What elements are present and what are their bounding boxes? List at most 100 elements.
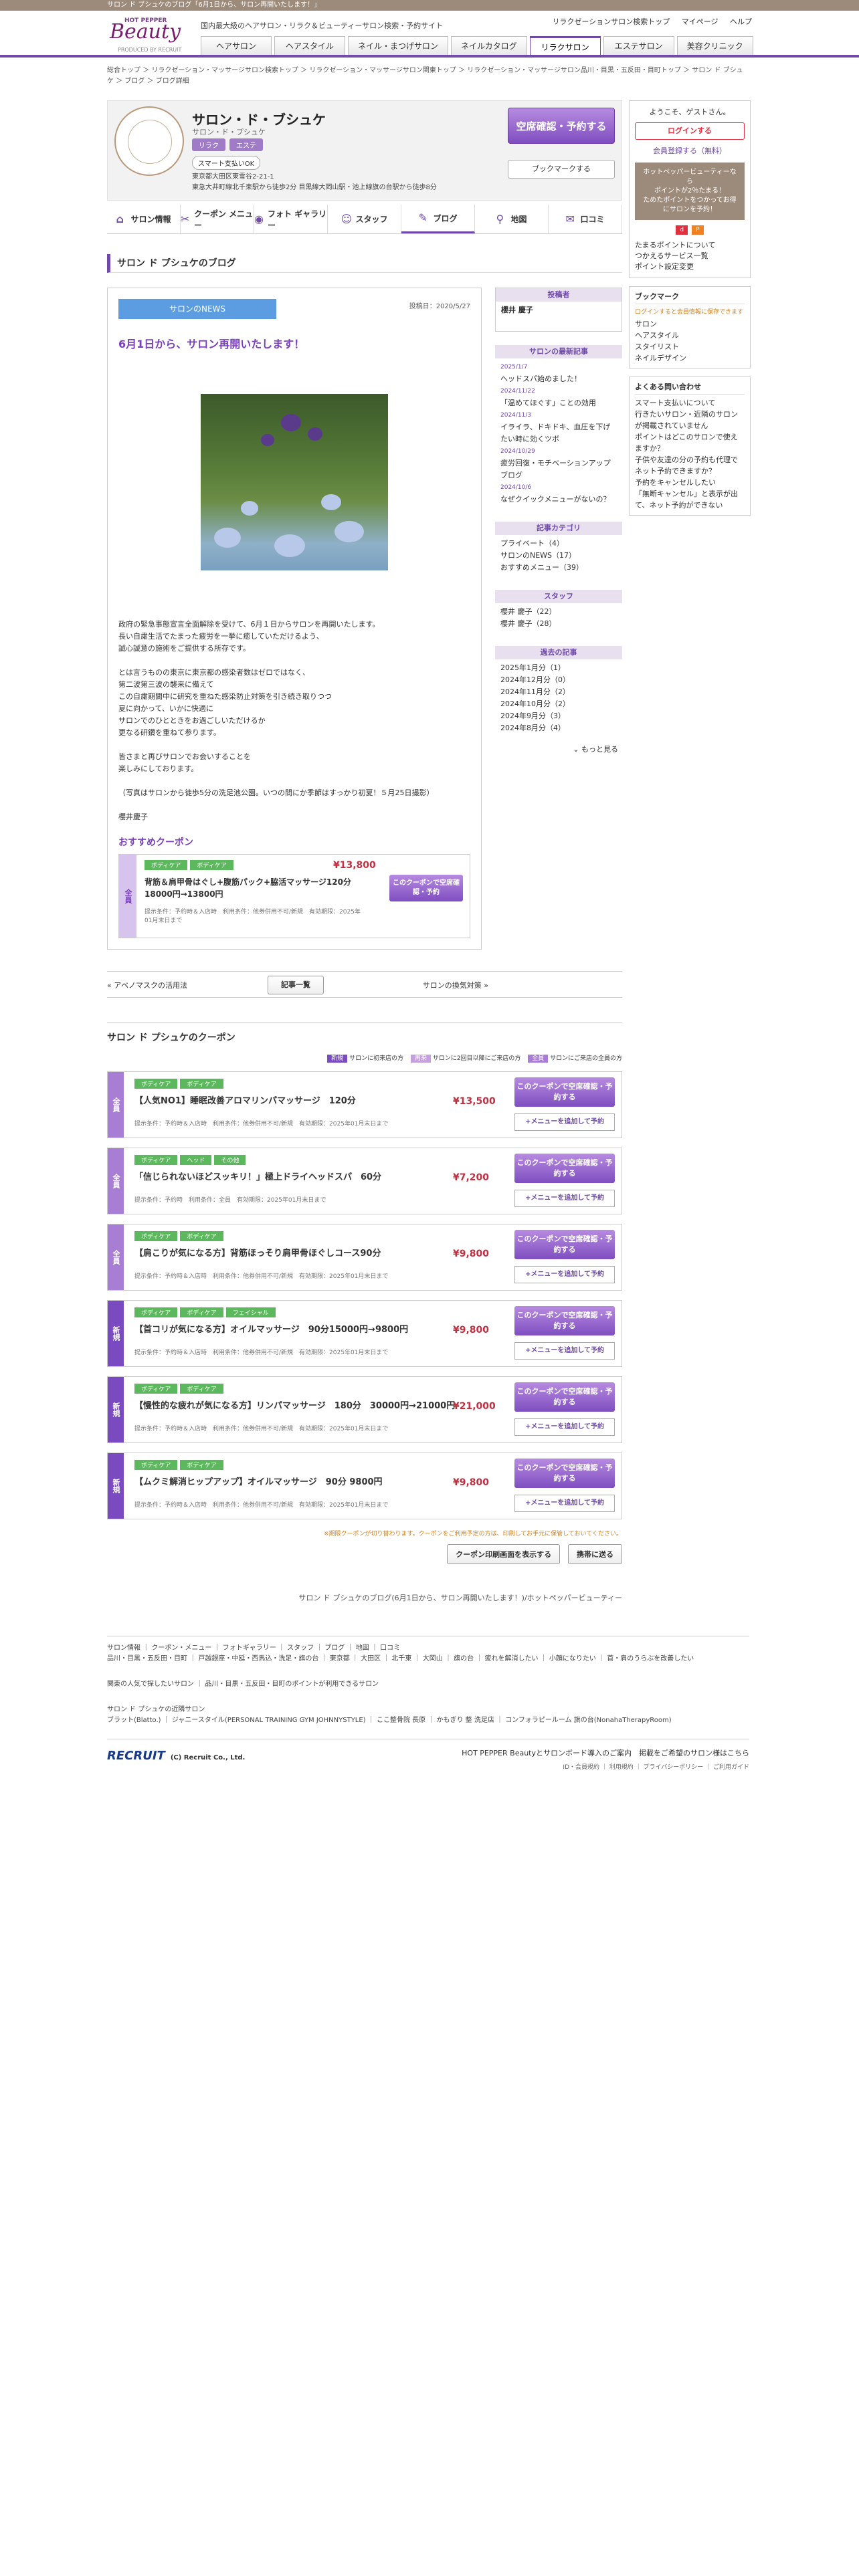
recent-date: 2024/10/29 [500, 448, 535, 455]
recent-item[interactable]: 2025/1/7 ヘッドスパ始めました！ [500, 361, 617, 385]
staff-item[interactable]: 櫻井 慶子（28） [500, 618, 617, 630]
footer-salon-links[interactable]: サロン情報 ｜ クーポン・メニュー ｜ フォトギャラリー ｜ スタッフ ｜ ブロ… [107, 1636, 749, 1654]
faq-item[interactable]: 「無断キャンセル」と表示が出て、ネット予約ができない [635, 488, 745, 511]
register-link[interactable]: 会員登録する（無料） [635, 145, 745, 156]
bookmark-item[interactable]: サロン [635, 318, 745, 330]
tab-nail-catalog[interactable]: ネイルカタログ [451, 36, 527, 55]
archive-item[interactable]: 2024年12月分（0） [500, 674, 617, 686]
point-link[interactable]: たまるポイントについて [635, 240, 745, 251]
tab-relax[interactable]: リラクサロン [529, 36, 601, 55]
category-item[interactable]: プライベート（4） [500, 538, 617, 550]
archive-item[interactable]: 2024年9月分（3） [500, 710, 617, 722]
coupon-book-button[interactable]: このクーポンで空席確認・予約する [514, 1230, 615, 1259]
coupon-add-menu-button[interactable]: +メニューを追加して予約 [514, 1342, 615, 1360]
coupon-book-button[interactable]: このクーポンで空席確認・予約する [514, 1077, 615, 1107]
staff-item[interactable]: 櫻井 慶子（22） [500, 606, 617, 618]
archive-item[interactable]: 2025年1月分（1） [500, 662, 617, 674]
faq-item[interactable]: 子供や友達の分の予約も代理でネット予約できますか？ [635, 454, 745, 477]
coupon-target: 新規 [108, 1453, 124, 1519]
coupon-book-button[interactable]: このクーポンで空席確認・予約する [514, 1154, 615, 1183]
coupon-tag: ボディケア [134, 1460, 178, 1470]
hotpepper-beauty-logo[interactable]: HOT PEPPER Beauty PRODUCED BY RECRUIT [107, 13, 187, 53]
next-post-link[interactable]: サロンの換気対策 » [423, 980, 488, 990]
coupon-name: 【慢性的な疲れが気になる方】リンパマッサージ 180分 30000円→21000… [134, 1401, 456, 1411]
bookmark-item[interactable]: ヘアスタイル [635, 330, 745, 341]
faq-item[interactable]: ポイントはどこのサロンで使えますか？ [635, 431, 745, 454]
nearby-links[interactable]: ブラット(Blatto.) ｜ ジャニースタイル(PERSONAL TRAINI… [107, 1715, 749, 1726]
nav-blog[interactable]: ✎ ブログ [401, 205, 475, 233]
coupon-book-button[interactable]: このクーポンで空席確認・予約する [514, 1459, 615, 1488]
footer-area-links[interactable]: 品川・目黒・五反田・目町 ｜ 戸越銀座・中延・西馬込・洗足・旗の台 ｜ 東京都 … [107, 1654, 749, 1665]
footer-links: サロン情報 ｜ クーポン・メニュー ｜ フォトギャラリー ｜ スタッフ ｜ ブロ… [107, 1636, 749, 1726]
recent-item[interactable]: 2024/10/29 疲労回復・モチベーションアップブログ [500, 445, 617, 481]
blog-category-tag[interactable]: サロンのNEWS [118, 299, 276, 319]
nav-label: フォト ギャラリー [267, 209, 327, 230]
coupon-book-button[interactable]: このクーポンで空席確認・予約する [514, 1382, 615, 1412]
recent-item[interactable]: 2024/11/22 「温めてほぐす」ことの効用 [500, 385, 617, 409]
prev-post-link[interactable]: « アベノマスクの活用法 [107, 980, 187, 990]
recent-item[interactable]: 2024/10/6 なぜクイックメニューがないの？ [500, 481, 617, 506]
category-item[interactable]: サロンのNEWS（17） [500, 550, 617, 562]
more-link[interactable]: ⌄ もっと見る [495, 744, 622, 754]
recent-date: 2024/10/6 [500, 484, 532, 491]
nav-coupon-menu[interactable]: ✂ クーポン メニュー [181, 205, 254, 233]
coupon-legend: 新規 サロンに初来店の方 再来 サロンに2回目以降にご来店の方 全員 サロンにご… [107, 1053, 622, 1063]
link-mypage[interactable]: マイページ [682, 17, 719, 26]
login-button[interactable]: ログインする [635, 122, 745, 140]
footer-guide-links[interactable]: HOT PEPPER Beautyとサロンボード導入のご案内 掲載をご希望のサロ… [462, 1747, 749, 1758]
recent-date: 2024/11/3 [500, 412, 532, 419]
archive-item[interactable]: 2024年8月分（4） [500, 722, 617, 734]
coupon-add-menu-button[interactable]: +メニューを追加して予約 [514, 1190, 615, 1207]
nav-review[interactable]: ✉ 口コミ [549, 205, 622, 233]
coupon-add-menu-button[interactable]: +メニューを追加して予約 [514, 1418, 615, 1436]
archive-item[interactable]: 2024年10月分（2） [500, 698, 617, 710]
post-list-button[interactable]: 記事一覧 [268, 976, 324, 994]
coupon-tags: ボディケア ボディケア [134, 1079, 223, 1089]
page-foot-title: サロン ド ブシュケのブログ(6月1日から、サロン再開いたします！)/ホットペッ… [298, 1594, 622, 1602]
point-link[interactable]: ポイント設定変更 [635, 261, 745, 272]
faq-item[interactable]: 行きたいサロン・近隣のサロンが掲載されていません [635, 409, 745, 431]
link-relax-top[interactable]: リラクゼーションサロン検索トップ [552, 17, 670, 26]
footer-pref-links[interactable]: 関東の人気で探したいサロン ｜ 品川・目黒・五反田・目町のポイントが利用できるサ… [107, 1679, 749, 1690]
breadcrumb[interactable]: 総合トップ ＞ リラクゼーション・マッサージサロン検索トップ ＞ リラクゼーショ… [107, 66, 749, 87]
coupon-price: ¥13,500 [453, 1096, 496, 1107]
coupon-add-menu-button[interactable]: +メニューを追加して予約 [514, 1495, 615, 1512]
faq-item[interactable]: 予約をキャンセルしたい [635, 477, 745, 488]
footer-policy-links[interactable]: ID・会員規約 ｜ 利用規約 ｜ プライバシーポリシー ｜ ご利用ガイド [563, 1762, 749, 1771]
nav-salon-info[interactable]: ⌂ サロン情報 [107, 205, 181, 233]
coupon-book-button[interactable]: このクーポンで空席確認・予約 [389, 875, 463, 901]
recommended-coupon: 全員 ボディケア ボディケア ¥13,800 背筋＆肩甲骨はぐし+腹筋パック+脇… [118, 854, 470, 938]
coupon-add-menu-button[interactable]: +メニューを追加して予約 [514, 1266, 615, 1283]
coupon-add-menu-button[interactable]: +メニューを追加して予約 [514, 1113, 615, 1131]
tab-hair[interactable]: ヘアサロン [201, 36, 272, 55]
archive-item[interactable]: 2024年11月分（2） [500, 686, 617, 698]
send-mobile-button[interactable]: 携帯に送る [568, 1544, 622, 1564]
link-help[interactable]: ヘルプ [730, 17, 752, 26]
welcome-text: ようこそ、ゲストさん。 [649, 108, 731, 116]
tab-clinic[interactable]: 美容クリニック [676, 36, 753, 55]
coupon-book-button[interactable]: このクーポンで空席確認・予約する [514, 1306, 615, 1335]
right-sidebar: ようこそ、ゲストさん。 ログインする 会員登録する（無料） ホットペッパービュー… [629, 100, 751, 516]
poster-box: 投稿者 櫻井 慶子 [495, 288, 622, 332]
bookmark-item[interactable]: ネイルデザイン [635, 352, 745, 364]
tab-hairstyle[interactable]: ヘアスタイル [274, 36, 345, 55]
faq-item[interactable]: スマート支払いについて [635, 397, 745, 409]
bookmark-button[interactable]: ブックマークする [508, 160, 615, 179]
tab-esthe[interactable]: エステサロン [603, 36, 674, 55]
recent-item[interactable]: 2024/11/3 イライラ、ドキドキ、血圧を下げたい時に効くツボ [500, 409, 617, 445]
category-item[interactable]: おすすめメニュー（39） [500, 562, 617, 574]
point-link[interactable]: つかえるサービス一覧 [635, 251, 745, 261]
bookmark-item[interactable]: スタイリスト [635, 341, 745, 352]
poster-name[interactable]: 櫻井 慶子 [496, 302, 622, 319]
coupon-name: 【肩こりが気になる方】背筋ほっそり肩甲骨ほぐしコース90分 [134, 1249, 381, 1259]
nav-map[interactable]: ⚲ 地図 [475, 205, 549, 233]
nav-photo[interactable]: ◉ フォト ギャラリー [254, 205, 328, 233]
book-button[interactable]: 空席確認・予約する [508, 108, 615, 144]
coupon-target: 全員 [108, 1148, 124, 1214]
nav-staff[interactable]: ☺ スタッフ [328, 205, 401, 233]
points-promo: ホットペッパービューティーなら ポイントが2％たまる！ ためたポイントをつかって… [635, 163, 745, 220]
print-coupon-button[interactable]: クーポン印刷画面を表示する [447, 1544, 561, 1564]
salon-nav: ⌂ サロン情報 ✂ クーポン メニュー ◉ フォト ギャラリー ☺ スタッフ ✎ ブログ … [107, 205, 622, 234]
recent-title-text: 疲労回復・モチベーションアップブログ [500, 459, 611, 479]
tab-nail[interactable]: ネイル・まつげサロン [348, 36, 449, 55]
